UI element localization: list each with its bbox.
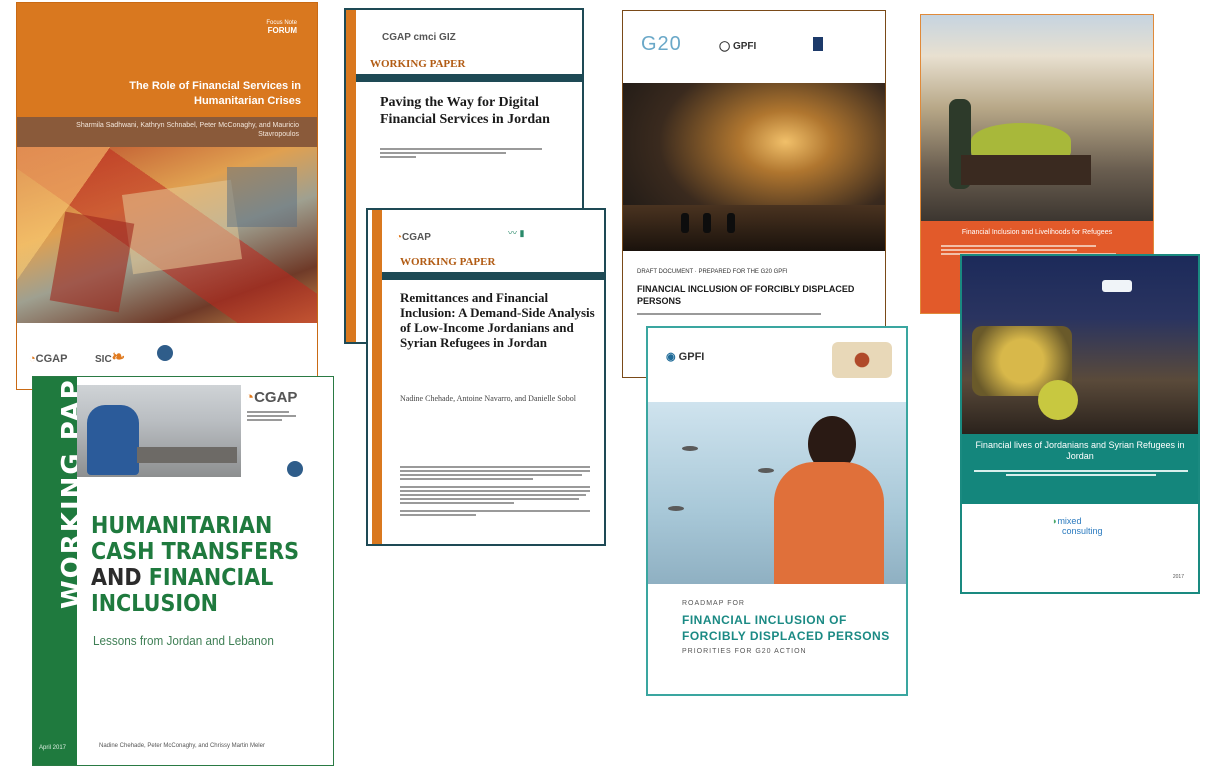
title-line4: INCLUSION — [91, 591, 219, 617]
series-label: Focus Note FORUM — [266, 19, 297, 43]
cover-humanitarian-cash-transfers: WORKING PAPER April 2017 ◔CGAP HUMANITAR… — [32, 376, 334, 766]
cover-authors: Nadine Chehade, Antoine Navarro, and Dan… — [400, 394, 576, 403]
partner-logo-icon: 〰 ▮ — [508, 228, 525, 238]
cover-title: FINANCIAL INCLUSION OF FORCIBLY DISPLACE… — [637, 284, 855, 306]
presidency-logo-icon — [832, 342, 892, 378]
cgap-logo: ◔CGAP — [29, 353, 68, 365]
navy-rule — [356, 74, 582, 82]
abstract-painting — [17, 147, 317, 323]
cover-authors: Sharmila Sadhwani, Kathryn Schnabel, Pet… — [76, 122, 299, 138]
cover-photo — [648, 402, 906, 584]
cover-title: Paving the Way for Digital Financial Ser… — [380, 95, 550, 127]
cgap-logo: ◔CGAP — [396, 232, 431, 243]
logo-row: CGAP cmci GIZ — [382, 32, 456, 43]
mixed-consulting-logo: ◗mixed consulting — [1052, 516, 1103, 536]
abstract-text — [400, 466, 590, 518]
cover-financial-lives: Financial lives of Jordanians and Syrian… — [960, 254, 1200, 594]
subtitle-lines — [974, 470, 1188, 478]
g20-logo: G20 — [641, 33, 682, 55]
cgap-logo: ◔CGAP — [245, 389, 298, 406]
cover-remittances: ◔CGAP 〰 ▮ WORKING PAPER Remittances and … — [366, 208, 606, 546]
title-line3b: FINANCIAL — [148, 565, 274, 591]
cover-photo — [77, 385, 241, 477]
gov-crest-icon — [813, 37, 823, 51]
cover-photo — [921, 15, 1153, 221]
subtitle-lines — [637, 313, 867, 317]
gpfi-logo: ◉ GPFI — [666, 351, 705, 363]
cover-subtitle: Lessons from Jordan and Lebanon — [93, 633, 274, 648]
cover-title: Financial lives of Jordanians and Syrian… — [975, 440, 1185, 461]
cover-title: FINANCIAL INCLUSION OF FORCIBLY DISPLACE… — [682, 613, 890, 643]
cover-title: HUMANITARIAN CASH TRANSFERS AND FINANCIA… — [91, 513, 325, 617]
series-line2: FORUM — [267, 26, 297, 35]
cover-title: Remittances and Financial Inclusion: A D… — [400, 290, 595, 350]
sic-logo: SIC❧ — [95, 349, 126, 366]
globe-logo-icon — [157, 345, 173, 361]
cover-role-of-financial-services: Focus Note FORUM The Role of Financial S… — [16, 2, 318, 390]
cover-title: Financial Inclusion and Livelihoods for … — [961, 229, 1113, 236]
title-line2: CASH TRANSFERS — [91, 539, 300, 565]
spine: WORKING PAPER April 2017 — [33, 377, 87, 765]
title-line1: HUMANITARIAN — [91, 513, 273, 539]
accent-strip — [346, 10, 356, 342]
series-label: WORKING PAPER — [400, 256, 496, 268]
accent-strip — [372, 210, 382, 544]
gpfi-logo: ◯ GPFI — [719, 41, 757, 52]
navy-rule — [382, 272, 604, 280]
partner-logos — [247, 411, 317, 423]
cover-overline: ROADMAP FOR — [682, 600, 745, 607]
cover-photo — [623, 83, 885, 251]
cover-subtitle: PRIORITIES FOR G20 ACTION — [682, 648, 807, 655]
cover-date: April 2017 — [39, 745, 67, 751]
subtitle-lines — [380, 148, 560, 160]
globe-logo-icon — [287, 461, 303, 477]
cover-overline: DRAFT DOCUMENT · PREPARED FOR THE G20 GP… — [637, 269, 788, 275]
cover-title: The Role of Financial Services in Humani… — [129, 80, 301, 107]
cover-photo — [962, 256, 1198, 434]
cover-authors: Nadine Chehade, Peter McConaghy, and Chr… — [99, 743, 265, 749]
cover-roadmap-forcibly-displaced: ◉ GPFI ROADMAP FOR FINANCIAL INCLUSION O… — [646, 326, 908, 696]
series-label: WORKING PAPER — [370, 58, 466, 70]
cover-date: 2017 — [1172, 574, 1184, 580]
title-line3a: AND — [91, 565, 149, 591]
cover-g20-financial-inclusion: G20 ◯ GPFI DRAFT DOCUMENT · PREPARED FOR… — [622, 10, 886, 378]
